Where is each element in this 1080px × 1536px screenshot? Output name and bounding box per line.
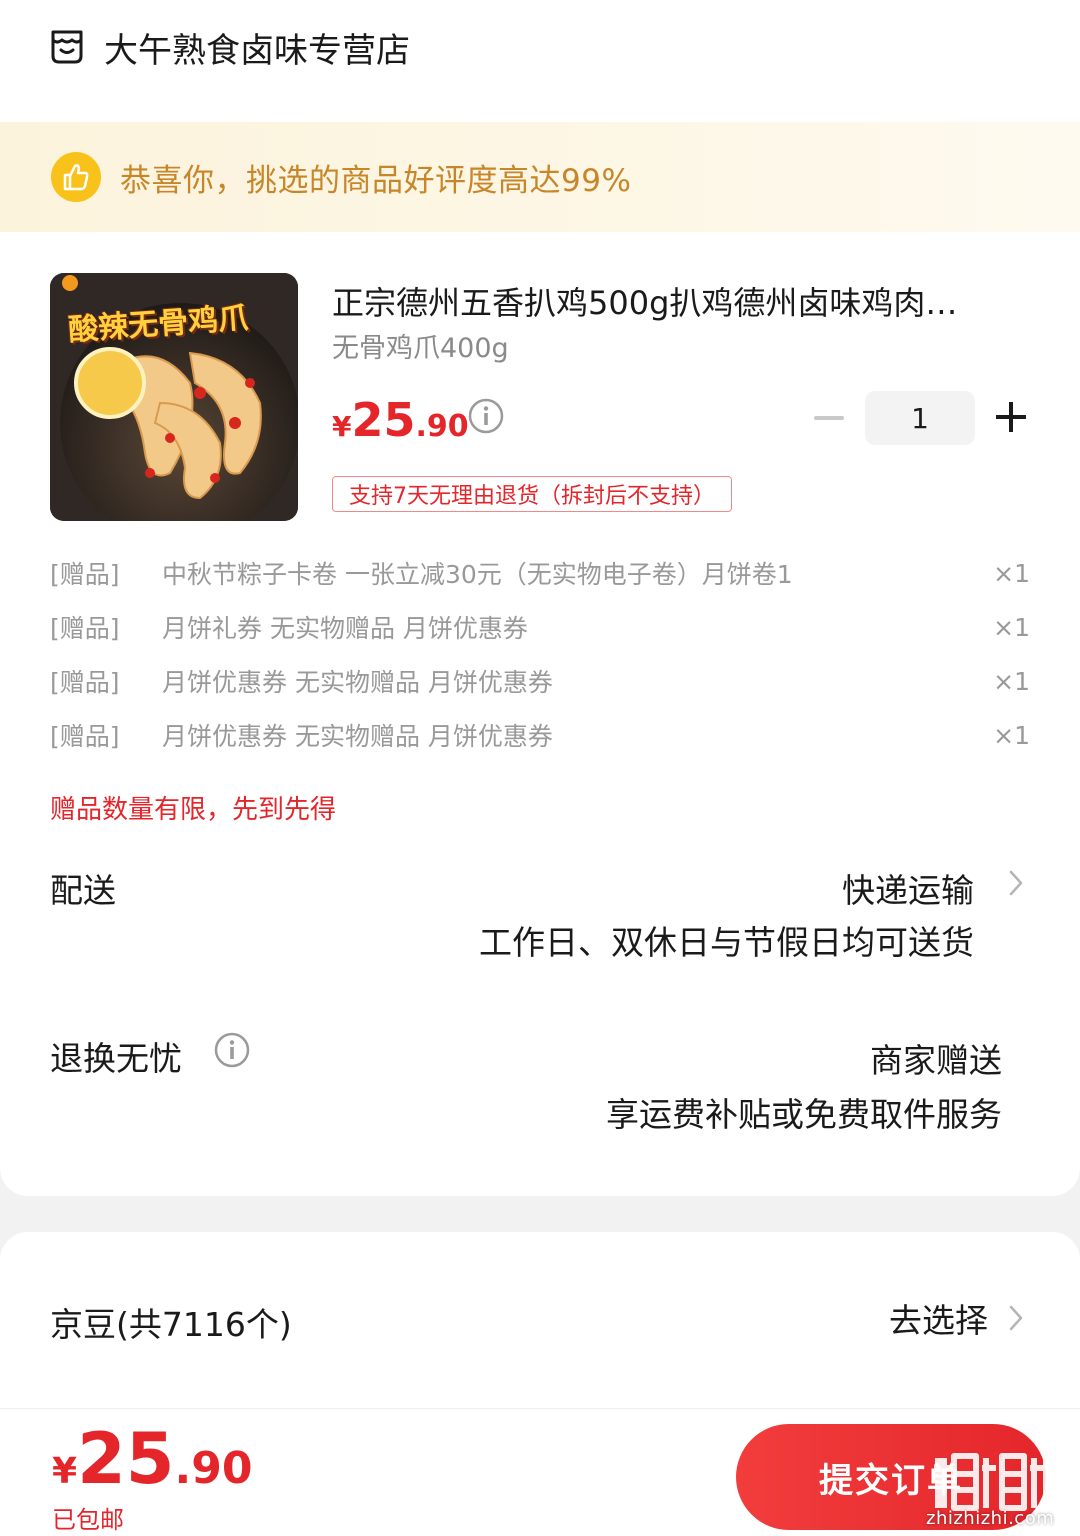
price-info-icon[interactable] bbox=[468, 398, 504, 434]
total-integer: 25 bbox=[77, 1418, 175, 1500]
total-currency: ¥ bbox=[52, 1451, 78, 1492]
price-integer: 25 bbox=[351, 393, 416, 447]
gift-row: [赠品] 中秋节粽子卡卷 一张立减30元（无实物电子卷）月饼卷1 ×1 bbox=[50, 553, 1030, 593]
gift-qty: ×1 bbox=[993, 612, 1030, 642]
quantity-input[interactable]: 1 bbox=[865, 391, 975, 445]
delivery-label: 配送 bbox=[50, 871, 116, 910]
gift-name: 月饼优惠券 无实物赠品 月饼优惠券 bbox=[162, 722, 553, 751]
gift-limited-note: 赠品数量有限，先到先得 bbox=[50, 795, 337, 825]
chevron-right-icon[interactable] bbox=[1008, 869, 1024, 897]
gift-name: 月饼礼券 无实物赠品 月饼优惠券 bbox=[162, 614, 528, 643]
jingdou-label: 京豆(共7116个) bbox=[50, 1305, 292, 1344]
returns-value: 商家赠送 bbox=[870, 1041, 1002, 1080]
banner-text: 恭喜你，挑选的商品好评度高达99% bbox=[120, 162, 632, 199]
gift-row: [赠品] 月饼优惠券 无实物赠品 月饼优惠券 ×1 bbox=[50, 715, 1030, 755]
delivery-detail: 工作日、双休日与节假日均可送货 bbox=[479, 923, 974, 962]
gift-qty: ×1 bbox=[993, 720, 1030, 750]
product-image[interactable]: 酸辣无骨鸡爪 bbox=[50, 273, 298, 521]
returns-label: 退换无忧 bbox=[50, 1039, 182, 1078]
watermark-text: zhizhizhi.com bbox=[926, 1508, 1055, 1529]
returns-detail: 享运费补贴或免费取件服务 bbox=[606, 1095, 1002, 1134]
store-header[interactable]: 大午熟食卤味专营店 bbox=[48, 22, 410, 72]
gift-tag: [赠品] bbox=[50, 560, 120, 589]
gift-name: 月饼优惠券 无实物赠品 月饼优惠券 bbox=[162, 668, 553, 697]
quantity-increase-button[interactable] bbox=[996, 402, 1026, 432]
product-spec[interactable]: 无骨鸡爪400g bbox=[332, 326, 509, 365]
gift-tag: [赠品] bbox=[50, 614, 120, 643]
gift-row: [赠品] 月饼优惠券 无实物赠品 月饼优惠券 ×1 bbox=[50, 661, 1030, 701]
delivery-method[interactable]: 快递运输 bbox=[842, 864, 974, 912]
product-title[interactable]: 正宗德州五香扒鸡500g扒鸡德州卤味鸡肉… bbox=[332, 278, 1032, 324]
order-total: ¥ 25 .90 bbox=[52, 1418, 252, 1500]
returns-info-icon[interactable] bbox=[214, 1032, 250, 1068]
shipping-status: 已包邮 bbox=[52, 1506, 124, 1534]
store-name: 大午熟食卤味专营店 bbox=[104, 30, 410, 71]
gift-row: [赠品] 月饼礼券 无实物赠品 月饼优惠券 ×1 bbox=[50, 607, 1030, 647]
praise-banner: 恭喜你，挑选的商品好评度高达99% bbox=[0, 122, 1080, 232]
chevron-right-icon[interactable] bbox=[1008, 1304, 1024, 1332]
thumbs-up-icon bbox=[51, 152, 101, 202]
quantity-decrease-button[interactable] bbox=[814, 416, 844, 420]
price-currency: ¥ bbox=[332, 410, 352, 443]
order-card: 大午熟食卤味专营店 恭喜你，挑选的商品好评度高达99% 酸辣无骨鸡爪 正宗德州五… bbox=[0, 0, 1080, 1196]
gift-tag: [赠品] bbox=[50, 668, 120, 697]
gift-tag: [赠品] bbox=[50, 722, 120, 751]
product-price: ¥ 25 .90 bbox=[332, 393, 469, 447]
total-decimal: .90 bbox=[174, 1443, 253, 1494]
gift-name: 中秋节粽子卡卷 一张立减30元（无实物电子卷）月饼卷1 bbox=[162, 560, 793, 589]
store-icon bbox=[51, 30, 83, 64]
jingdou-card: 京豆(共7116个) 去选择 bbox=[0, 1232, 1080, 1432]
price-decimal: .90 bbox=[415, 409, 469, 444]
gift-qty: ×1 bbox=[993, 558, 1030, 588]
gift-qty: ×1 bbox=[993, 666, 1030, 696]
return-policy-tag: 支持7天无理由退货（拆封后不支持） bbox=[332, 476, 732, 512]
jingdou-select-button[interactable]: 去选择 bbox=[889, 1294, 988, 1342]
